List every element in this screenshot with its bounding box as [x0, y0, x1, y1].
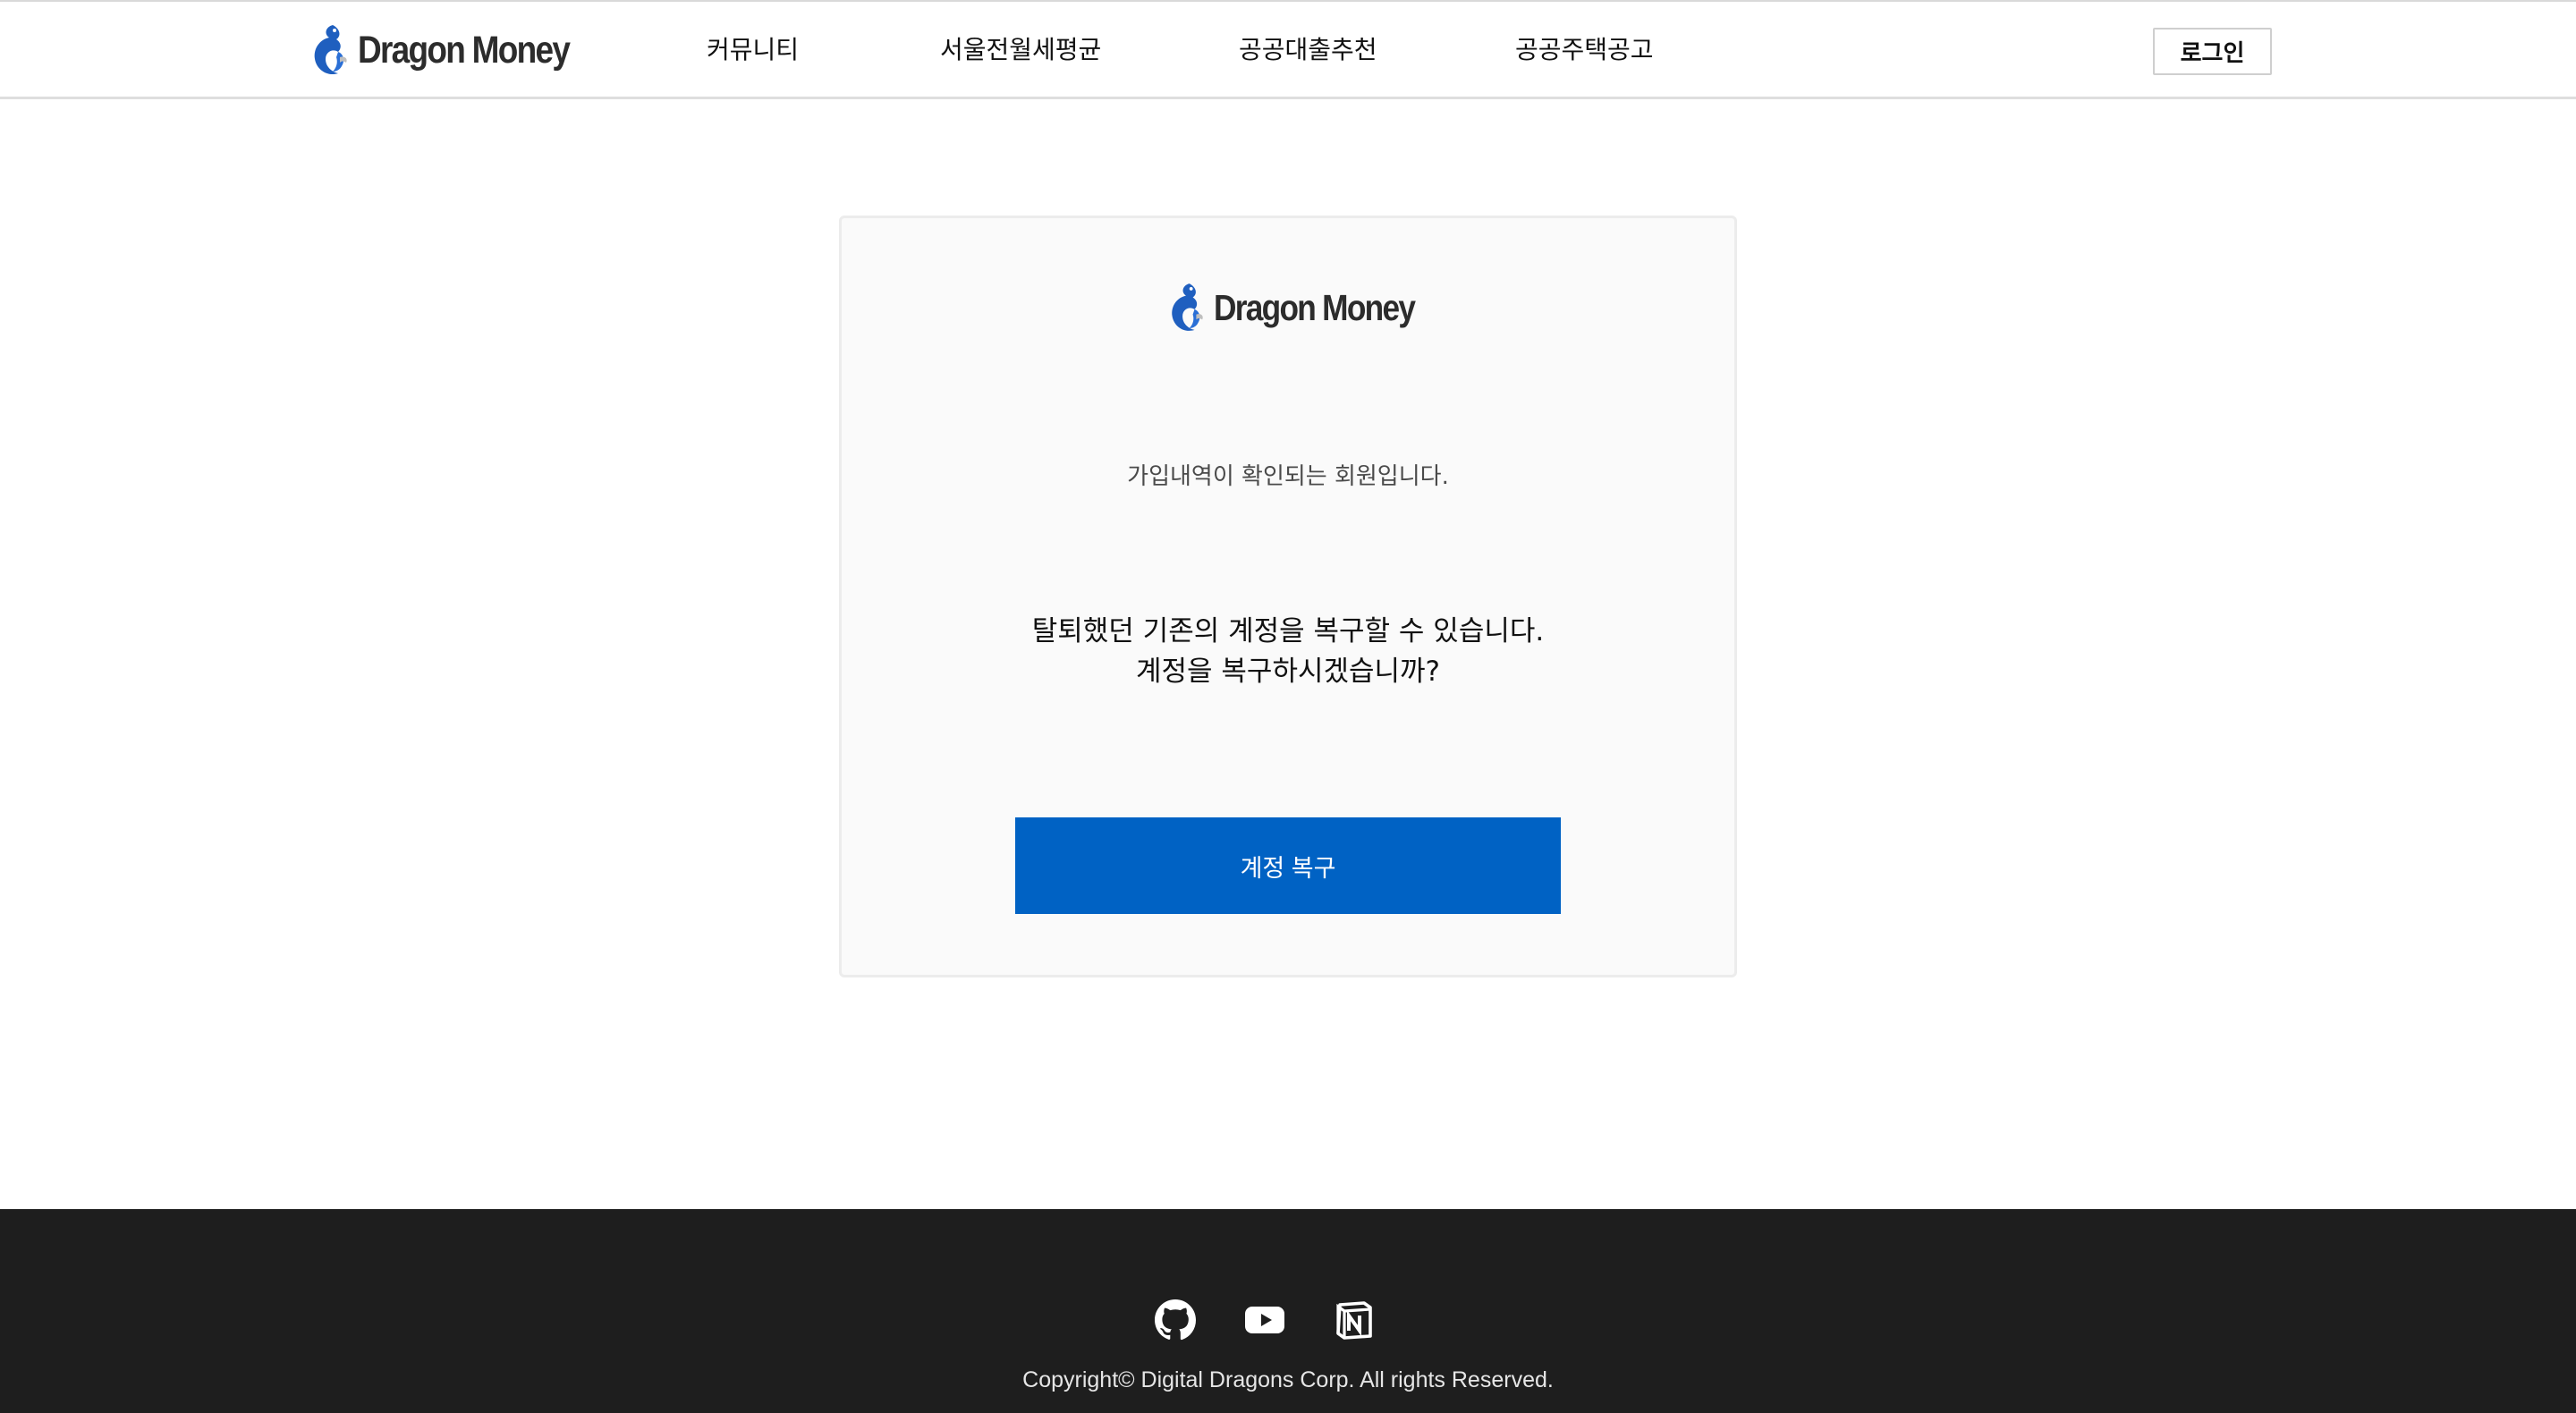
top-navbar: Dragon Money 커뮤니티 서울전월세평균 공공대출추천 공공주택공고 … [0, 0, 2576, 99]
nav-public-housing-notice[interactable]: 공공주택공고 [1515, 32, 1654, 68]
login-button[interactable]: 로그인 [2153, 28, 2272, 75]
brand-name: Dragon Money [1214, 286, 1416, 328]
nav-community[interactable]: 커뮤니티 [707, 32, 799, 68]
dragon-logo-icon [1172, 283, 1203, 331]
header-logo[interactable]: Dragon Money [306, 21, 604, 79]
restore-account-button[interactable]: 계정 복구 [1015, 817, 1561, 914]
restore-question: 탈퇴했던 기존의 계정을 복구할 수 있습니다. 계정을 복구하시겠습니까? [842, 612, 1734, 692]
nav-public-loan-recommend[interactable]: 공공대출추천 [1239, 32, 1377, 68]
brand-name: Dragon Money [358, 28, 571, 72]
restore-question-line-2: 계정을 복구하시겠습니까? [1135, 656, 1441, 688]
card-logo: Dragon Money [1164, 279, 1447, 336]
nav-seoul-rent-average[interactable]: 서울전월세평균 [940, 32, 1101, 68]
dragon-logo-icon [314, 25, 347, 75]
notion-icon[interactable] [1333, 1299, 1376, 1341]
footer: Copyright© Digital Dragons Corp. All rig… [0, 1209, 2576, 1413]
restore-question-line-1: 탈퇴했던 기존의 계정을 복구할 수 있습니다. [1031, 615, 1545, 647]
youtube-icon[interactable] [1243, 1299, 1286, 1341]
account-restore-card: Dragon Money 가입내역이 확인되는 회원입니다. 탈퇴했던 기존의 … [839, 216, 1737, 977]
github-icon[interactable] [1154, 1299, 1197, 1341]
member-found-message: 가입내역이 확인되는 회원입니다. [1127, 463, 1449, 490]
copyright-text: Copyright© Digital Dragons Corp. All rig… [1022, 1367, 1554, 1392]
